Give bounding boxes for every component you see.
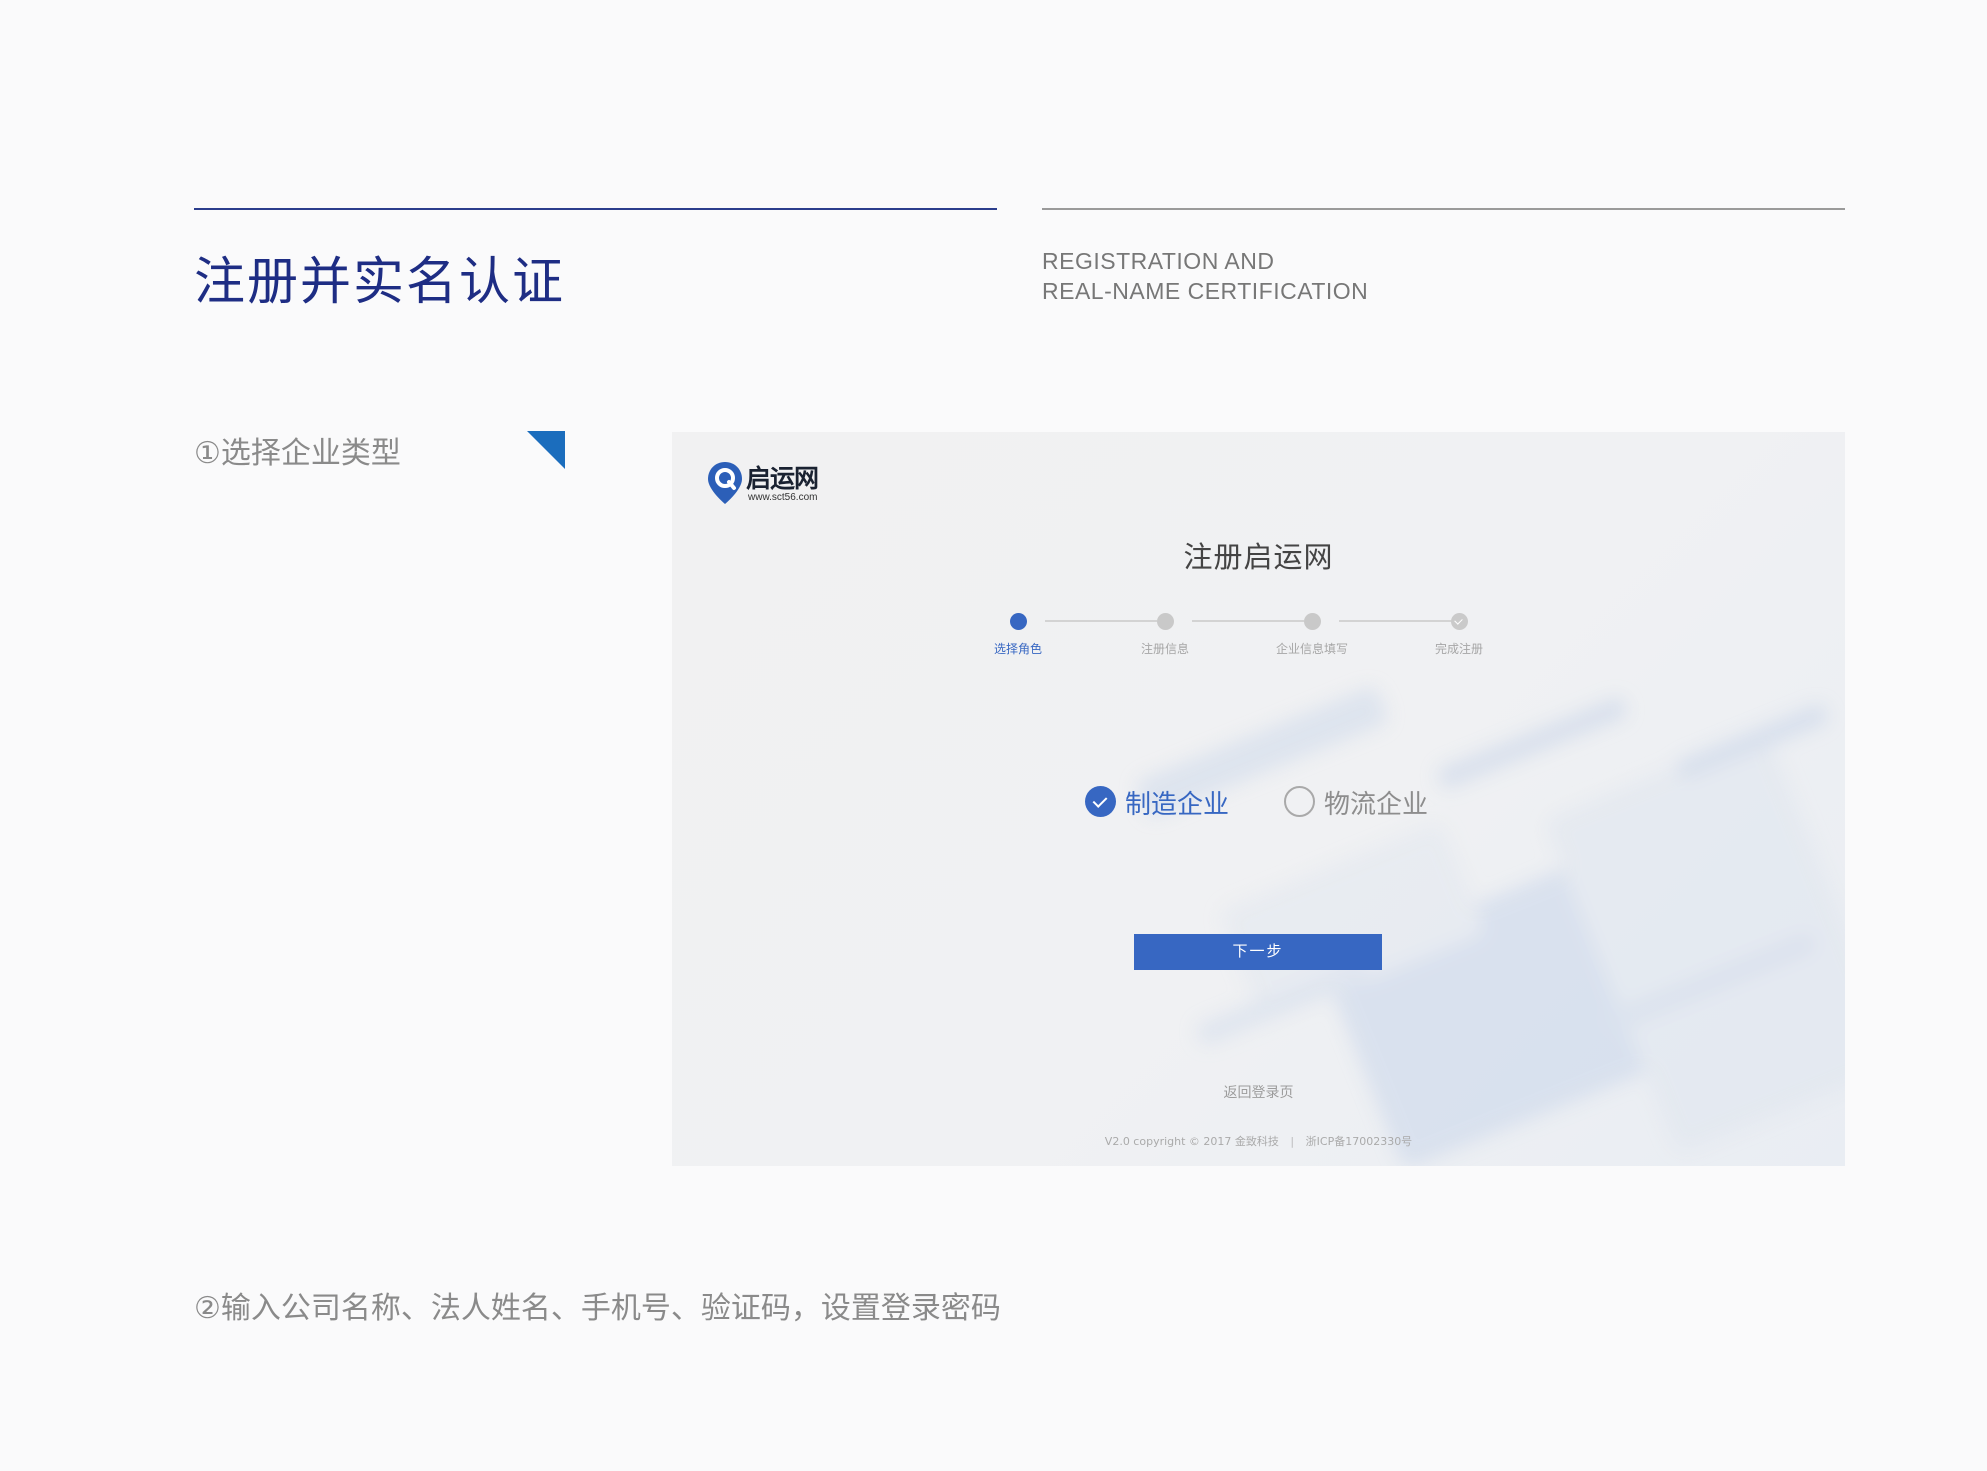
subtitle-line-2: REAL-NAME CERTIFICATION xyxy=(1042,278,1369,304)
stepper-connector xyxy=(1192,620,1304,622)
logo-name: 启运网 xyxy=(746,464,819,493)
corner-triangle-icon xyxy=(527,431,565,469)
step-label-company-info: 企业信息填写 xyxy=(1275,642,1348,656)
step-1-caption: ①选择企业类型 xyxy=(194,436,401,471)
step-label-register-info: 注册信息 xyxy=(1140,642,1189,656)
site-logo[interactable]: 启运网 www.sct56.com xyxy=(706,458,836,508)
step-label-select-role: 选择角色 xyxy=(993,642,1042,656)
registration-screenshot: 启运网 www.sct56.com 注册启运网 选择角色 注册信息 企业信息填写… xyxy=(672,432,1845,1166)
step-dot xyxy=(1304,613,1321,630)
location-pin-icon xyxy=(708,462,742,504)
icp-record[interactable]: 浙ICP备17002330号 xyxy=(1306,1135,1413,1148)
stepper-connector xyxy=(1045,620,1157,622)
step-dot xyxy=(1157,613,1174,630)
register-title: 注册启运网 xyxy=(1183,540,1334,574)
footer-separator: | xyxy=(1290,1135,1295,1148)
section-title: 注册并实名认证 xyxy=(194,253,566,312)
option-label: 物流企业 xyxy=(1324,790,1429,820)
right-divider xyxy=(1042,208,1845,210)
radio-unchecked-icon[interactable] xyxy=(1284,786,1315,817)
back-to-login-link[interactable]: 返回登录页 xyxy=(672,1082,1845,1102)
step-label-complete: 完成注册 xyxy=(1434,642,1483,656)
step-2-caption: ②输入公司名称、法人姓名、手机号、验证码，设置登录密码 xyxy=(194,1291,1001,1326)
registration-stepper: 选择角色 注册信息 企业信息填写 完成注册 xyxy=(994,604,1492,664)
radio-checked-icon[interactable] xyxy=(1085,786,1116,817)
slide: 注册并实名认证 REGISTRATION AND REAL-NAME CERTI… xyxy=(0,0,1987,1471)
next-step-button[interactable]: 下一步 xyxy=(1134,934,1382,970)
copyright-text: V2.0 copyright © 2017 金致科技 xyxy=(1104,1135,1279,1148)
logo-url: www.sct56.com xyxy=(748,492,818,503)
copyright-footer: V2.0 copyright © 2017 金致科技 | 浙ICP备170023… xyxy=(672,1133,1845,1149)
option-label: 制造企业 xyxy=(1125,790,1230,820)
stepper-connector xyxy=(1339,620,1451,622)
subtitle-line-1: REGISTRATION AND xyxy=(1042,248,1275,274)
left-divider xyxy=(194,208,997,210)
step-dot-active xyxy=(1010,613,1027,630)
step-check-icon xyxy=(1451,613,1468,630)
section-subtitle-en: REGISTRATION AND REAL-NAME CERTIFICATION xyxy=(1042,246,1368,306)
